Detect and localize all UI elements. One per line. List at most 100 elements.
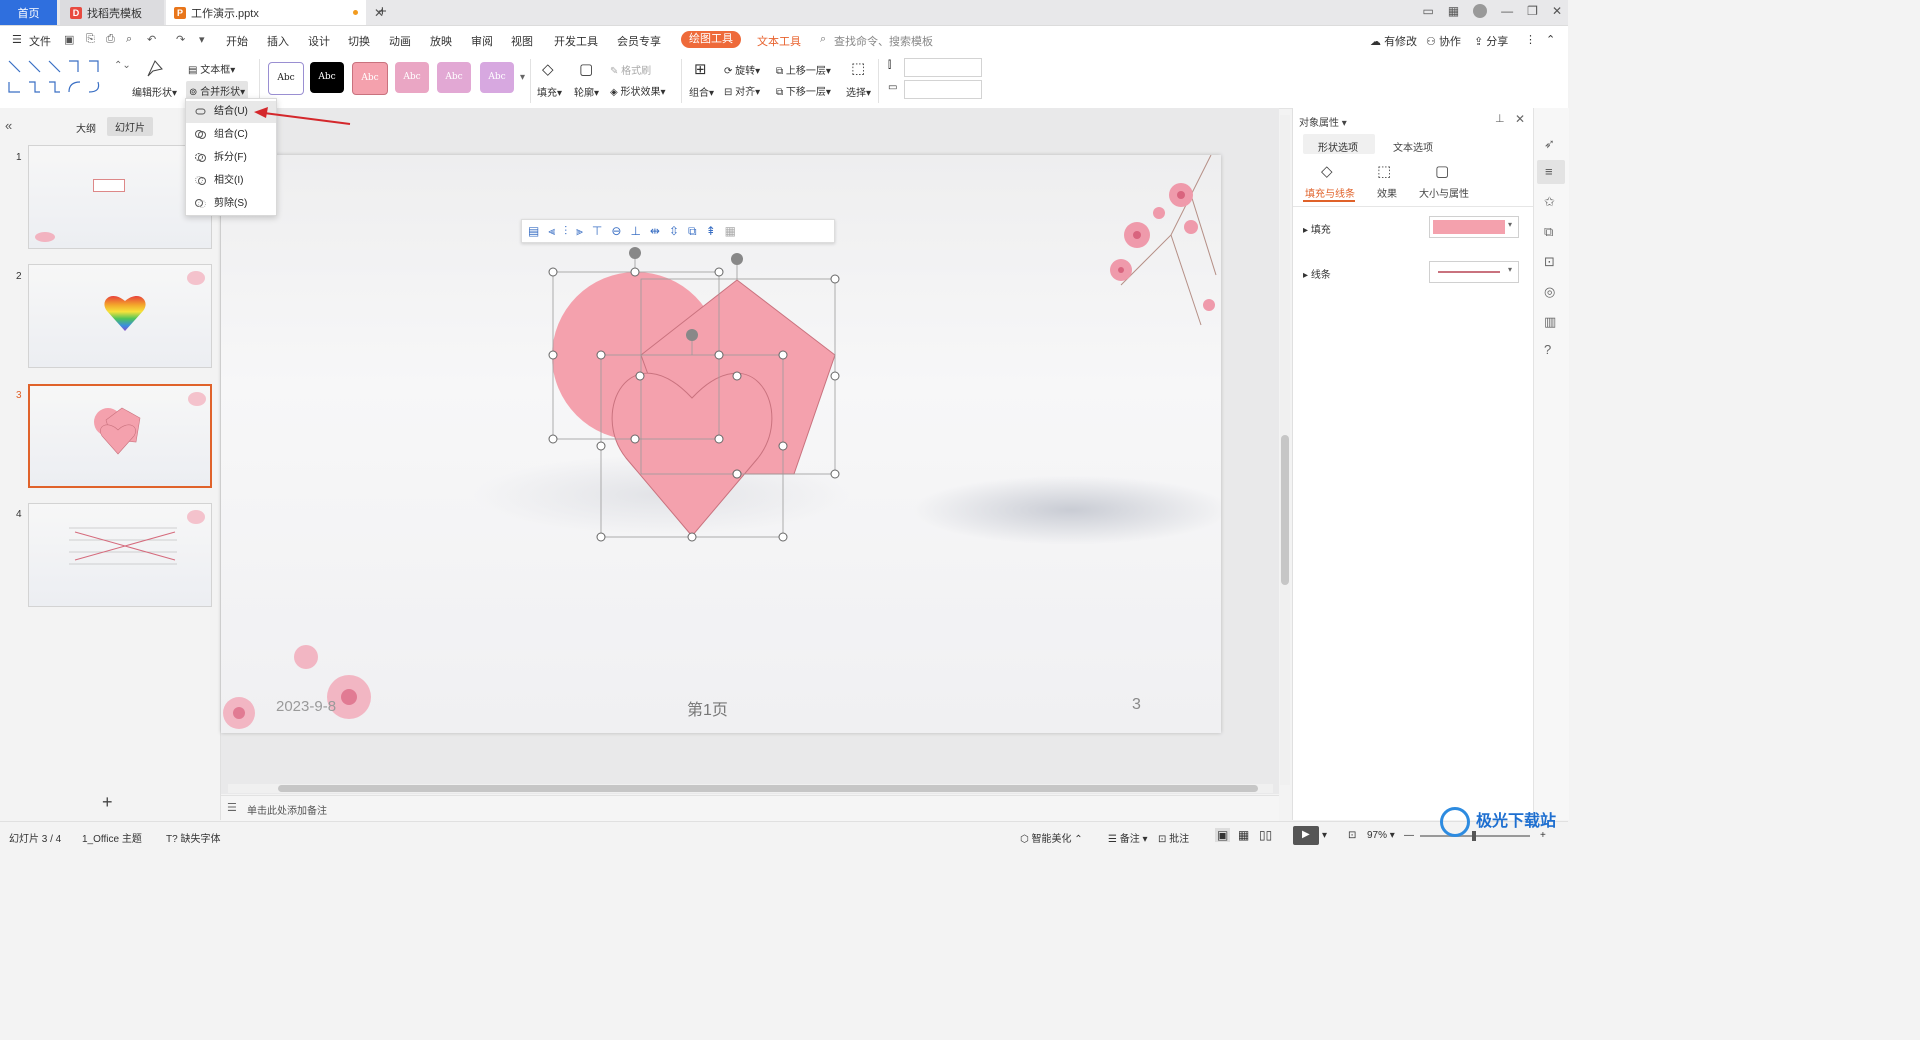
tab-text-options[interactable]: 文本选项 [1393, 139, 1433, 154]
rotate-handle-icon[interactable] [731, 253, 743, 265]
height-input[interactable] [904, 58, 982, 77]
close-panel-icon[interactable]: ✕ [1515, 112, 1525, 126]
hamburger-icon[interactable]: ☰ [12, 33, 22, 46]
style-preset-black[interactable]: Abc [310, 62, 344, 93]
theme-name[interactable]: 1_Office 主题 [82, 830, 142, 845]
notes-bar[interactable]: ☰ 单击此处添加备注 [221, 795, 1279, 821]
help-icon[interactable]: ? [1544, 342, 1551, 357]
slide-thumbnail-4[interactable] [28, 503, 212, 607]
align-left-icon[interactable]: ⫷ [548, 224, 555, 239]
add-slide-button[interactable]: + [102, 792, 113, 813]
bring-forward-button[interactable]: ⧉ 上移一层▾ [776, 62, 831, 77]
close-window-icon[interactable]: ✕ [1552, 4, 1562, 18]
more-icon[interactable]: ▾ [199, 33, 205, 46]
style-preset-pink[interactable]: Abc [352, 62, 388, 95]
notes-toggle-button[interactable]: ☰ 备注 ▾ [1108, 830, 1148, 845]
text-box-button[interactable]: ▤ 文本框▾ [188, 61, 235, 76]
zoom-level[interactable]: 97% ▾ [1367, 830, 1395, 841]
reading-view-icon[interactable]: ▯▯ [1259, 828, 1272, 842]
tab-home[interactable]: 首页 [0, 0, 57, 25]
animation-icon[interactable]: ✩ [1544, 194, 1555, 210]
share-button[interactable]: ⇪ 分享 [1474, 33, 1508, 49]
transition-icon[interactable]: ⧉ [1544, 224, 1553, 240]
subtab-effect[interactable]: 效果 [1377, 185, 1397, 200]
tab-outline[interactable]: 大纲 [76, 120, 96, 135]
tab-drawing-tools[interactable]: 绘图工具 [681, 31, 741, 48]
format-painter-button[interactable]: ✎ 格式刷 [610, 62, 651, 77]
zoom-out-icon[interactable]: — [1404, 830, 1414, 841]
shape-effect-button[interactable]: ◈ 形状效果▾ [610, 83, 666, 98]
layout-icon[interactable]: ▭ [1422, 4, 1433, 18]
gallery-scroll-icon[interactable]: ⌃⌄ [114, 60, 131, 71]
line-section-toggle[interactable]: ▸ 线条 [1303, 266, 1331, 281]
collapse-panel-icon[interactable]: « [5, 118, 12, 133]
line-shapes-gallery[interactable] [6, 58, 124, 98]
comments-button[interactable]: ⊡ 批注 [1158, 830, 1189, 845]
menu-start[interactable]: 开始 [226, 33, 248, 49]
preview-icon[interactable]: ⌕ [126, 33, 132, 46]
redo-icon[interactable]: ↷ [176, 33, 185, 46]
subtab-fill-line[interactable]: 填充与线条 [1305, 185, 1355, 200]
backup-icon[interactable]: ⊡ [1544, 254, 1555, 270]
fill-button[interactable]: 填充▾ [537, 84, 562, 99]
distribute-horizontal-icon[interactable]: ⇹ [650, 224, 660, 238]
rotate-handle-icon[interactable] [629, 247, 641, 259]
menu-member[interactable]: 会员专享 [617, 33, 661, 49]
collaborate-button[interactable]: ⚇ 协作 [1426, 33, 1461, 49]
subtab-size[interactable]: 大小与属性 [1419, 185, 1469, 200]
outline-button[interactable]: 轮廓▾ [574, 84, 599, 99]
play-options-icon[interactable]: ▾ [1322, 830, 1327, 841]
grid-icon[interactable]: ▦ [1448, 4, 1459, 18]
normal-view-icon[interactable]: ▣ [1215, 828, 1231, 842]
menu-item-fragment[interactable]: 拆分(F) [186, 147, 276, 169]
fill-section-toggle[interactable]: ▸ 填充 [1303, 221, 1331, 236]
heart-shape[interactable] [611, 372, 773, 537]
smart-beautify-button[interactable]: ⬡ 智能美化 ⌃ [1020, 830, 1083, 845]
slide-page-label[interactable]: 第1页 [687, 696, 728, 720]
menu-view[interactable]: 视图 [511, 33, 533, 49]
menu-review[interactable]: 审阅 [471, 33, 493, 49]
scrollbar-thumb[interactable] [1281, 435, 1289, 585]
new-tab-button[interactable]: + [378, 3, 387, 20]
undo-icon[interactable]: ↶ [147, 33, 156, 46]
tab-shape-options[interactable]: 形状选项 [1303, 134, 1375, 154]
slide-page-number[interactable]: 3 [1132, 696, 1141, 714]
style-preset-lilac[interactable]: Abc [480, 62, 514, 93]
tab-text-tools[interactable]: 文本工具 [757, 33, 801, 49]
properties-tab[interactable]: ≡ [1537, 160, 1565, 184]
slide[interactable]: ▤ ⫷ ⫶ ⫸ ⊤ ⊖ ⊥ ⇹ ⇳ ⧉ ⇞ ▦ 2023-9-8 第1页 3 [221, 155, 1221, 733]
align-right-icon[interactable]: ⫸ [576, 224, 583, 239]
menu-design[interactable]: 设计 [308, 33, 330, 49]
menu-animation[interactable]: 动画 [389, 33, 411, 49]
slide-date[interactable]: 2023-9-8 [276, 698, 336, 715]
style-preset-mauve[interactable]: Abc [437, 62, 471, 93]
fit-icon[interactable]: ⊡ [1348, 830, 1356, 841]
line-color-picker[interactable]: ▾ [1429, 261, 1519, 283]
play-button[interactable]: ▶ [1293, 826, 1319, 845]
style-preset-white[interactable]: Abc [268, 62, 304, 95]
more-align-icon[interactable]: ▦ [725, 224, 736, 238]
menu-item-intersect[interactable]: 相交(I) [186, 170, 276, 192]
collapse-ribbon-icon[interactable]: ⌃ [1546, 33, 1555, 46]
more-options-icon[interactable]: ⋮ [1525, 33, 1536, 46]
minimize-icon[interactable]: — [1501, 4, 1513, 18]
tab-slides[interactable]: 幻灯片 [107, 117, 153, 136]
tab-template[interactable]: D 找稻壳模板 [60, 0, 164, 25]
bring-front-icon[interactable]: ⇞ [706, 224, 716, 238]
distribute-vertical-icon[interactable]: ⇳ [669, 224, 679, 238]
menu-slideshow[interactable]: 放映 [430, 33, 452, 49]
pin-icon[interactable]: ⊥ [1495, 112, 1505, 125]
menu-insert[interactable]: 插入 [267, 33, 289, 49]
print-icon[interactable]: ⎙ [106, 33, 115, 46]
menu-file[interactable]: 文件 [29, 33, 51, 49]
send-backward-button[interactable]: ⧉ 下移一层▾ [776, 83, 831, 98]
tab-document[interactable]: P 工作演示.pptx ✕ [166, 0, 384, 25]
fill-color-picker[interactable]: ▾ [1429, 216, 1519, 238]
vertical-scrollbar[interactable] [1280, 115, 1290, 785]
scrollbar-thumb[interactable] [278, 785, 1258, 792]
select-button[interactable]: 选择▾ [846, 84, 871, 99]
edit-shape-button[interactable]: 编辑形状▾ [132, 84, 177, 99]
book-icon[interactable]: ▥ [1544, 314, 1556, 330]
align-bottom-icon[interactable]: ⊥ [630, 224, 640, 238]
save-icon[interactable]: ▣ [64, 33, 74, 46]
